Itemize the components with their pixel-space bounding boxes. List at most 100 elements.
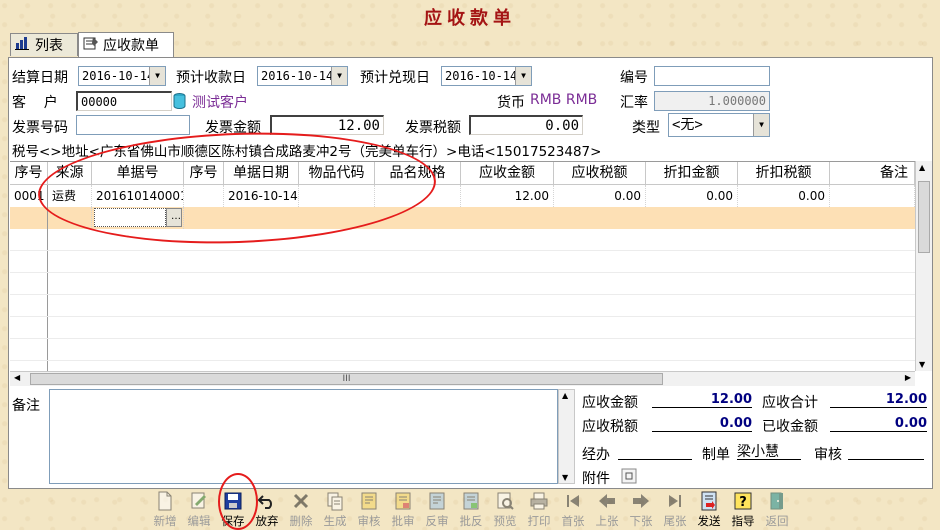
cell[interactable]: 12.00 [461, 185, 554, 207]
attachment-icon[interactable] [621, 468, 637, 488]
scroll-up-icon[interactable]: ▲ [919, 163, 925, 172]
toolbar-button-label: 放弃 [255, 514, 279, 528]
col-header[interactable]: 品名规格 [375, 162, 461, 184]
toolbar-button-exit[interactable]: 返回 [760, 490, 794, 528]
toolbar-button-label: 反审 [425, 514, 449, 528]
vertical-scroll-thumb[interactable] [918, 181, 930, 253]
undo-icon [257, 490, 277, 514]
toolbar-button-send[interactable]: 发送 [692, 490, 726, 528]
cell[interactable] [184, 185, 224, 207]
chevron-down-icon[interactable]: ▼ [331, 67, 347, 85]
scroll-down-icon[interactable]: ▼ [919, 360, 925, 369]
col-header[interactable]: 折扣税额 [738, 162, 830, 184]
number-field[interactable] [654, 66, 770, 86]
customer-code-field[interactable]: 00000 [76, 91, 172, 111]
toolbar-button-batch-unaudit[interactable]: 批反 [454, 490, 488, 528]
notes-scrollbar[interactable]: ▲ ▼ [558, 389, 575, 484]
toolbar-button-help[interactable]: ? 指导 [726, 490, 760, 528]
cell[interactable]: 0.00 [738, 185, 830, 207]
generate-icon [325, 490, 345, 514]
tab-receivable-label: 应收款单 [103, 38, 159, 54]
table-row[interactable]: 0001 运费 201610140001 2016-10-14 12.00 0.… [10, 185, 915, 207]
toolbar-button-label: 首张 [561, 514, 585, 528]
scroll-left-icon[interactable]: ◀ [14, 373, 20, 382]
col-header[interactable]: 来源 [48, 162, 92, 184]
tab-list[interactable]: 列表 [10, 33, 78, 56]
toolbar-button-undo[interactable]: 放弃 [250, 490, 284, 528]
rate-field[interactable]: 1.000000 [654, 91, 770, 111]
preview-icon [495, 490, 515, 514]
tab-receivable[interactable]: 应收款单 [78, 32, 174, 57]
toolbar-button-prev[interactable]: 上张 [590, 490, 624, 528]
col-header[interactable]: 序号 [10, 162, 48, 184]
col-header[interactable]: 序号 [184, 162, 224, 184]
invoice-tax-field[interactable]: 0.00 [469, 115, 583, 135]
recv-amount-value: 12.00 [652, 392, 752, 408]
expected-collect-field[interactable]: 2016-10-14 ▼ [257, 66, 348, 86]
scroll-right-icon[interactable]: ▶ [905, 373, 911, 382]
toolbar-button-last[interactable]: 尾张 [658, 490, 692, 528]
toolbar-button-batch-audit[interactable]: 批审 [386, 490, 420, 528]
toolbar-button-generate[interactable]: 生成 [318, 490, 352, 528]
cell[interactable] [830, 185, 915, 207]
cell[interactable]: 201610140001 [92, 185, 184, 207]
scroll-up-icon[interactable]: ▲ [562, 391, 568, 400]
toolbar-button-delete[interactable]: 删除 [284, 490, 318, 528]
recv-tax-label: 应收税额 [582, 419, 638, 435]
expected-cash-field[interactable]: 2016-10-14 ▼ [441, 66, 532, 86]
maker-value: 梁小慧 [737, 444, 801, 460]
chevron-down-icon[interactable]: ▼ [515, 67, 531, 85]
cell[interactable]: 0.00 [554, 185, 646, 207]
window-title: 应收款单 [424, 8, 516, 29]
notes-textarea[interactable] [49, 389, 558, 484]
cell[interactable]: 0001 [10, 185, 48, 207]
toolbar-button-preview[interactable]: 预览 [488, 490, 522, 528]
invoice-no-field[interactable] [76, 115, 190, 135]
cell[interactable] [299, 185, 375, 207]
toolbar-button-label: 批反 [459, 514, 483, 528]
form-icon [83, 36, 99, 54]
toolbar-button-audit[interactable]: 审核 [352, 490, 386, 528]
cell[interactable]: 运费 [48, 185, 92, 207]
cell[interactable] [375, 185, 461, 207]
toolbar-button-label: 删除 [289, 514, 313, 528]
expected-cash-label: 预计兑现日 [360, 70, 430, 86]
grid-header: 序号 来源 单据号 序号 单据日期 物品代码 品名规格 应收金额 应收税额 折扣… [10, 162, 915, 185]
col-header[interactable]: 折扣金额 [646, 162, 738, 184]
invoice-amount-field[interactable]: 12.00 [270, 115, 384, 135]
cell[interactable]: 0.00 [646, 185, 738, 207]
next-icon [631, 490, 651, 514]
expected-collect-label: 预计收款日 [176, 70, 246, 86]
toolbar-button-print[interactable]: 打印 [522, 490, 556, 528]
ellipsis-icon[interactable]: … [166, 208, 182, 227]
col-header[interactable]: 应收税额 [554, 162, 646, 184]
toolbar-button-next[interactable]: 下张 [624, 490, 658, 528]
settle-date-field[interactable]: 2016-10-14 ▼ [78, 66, 166, 86]
type-dropdown[interactable]: <无> ▼ [668, 113, 770, 137]
toolbar-button-new-doc[interactable]: 新增 [148, 490, 182, 528]
table-row-editing[interactable]: … [10, 207, 915, 229]
chevron-down-icon[interactable]: ▼ [753, 114, 769, 136]
horizontal-scroll-thumb[interactable]: III [30, 373, 663, 385]
grid-vertical-scrollbar[interactable]: ▲ ▼ [915, 161, 932, 371]
auditor-label: 审核 [814, 447, 842, 463]
chevron-down-icon[interactable]: ▼ [149, 67, 165, 85]
scroll-down-icon[interactable]: ▼ [562, 473, 568, 482]
database-icon[interactable] [173, 93, 186, 113]
toolbar-button-first[interactable]: 首张 [556, 490, 590, 528]
doc-no-input[interactable] [94, 208, 166, 227]
cell[interactable]: 2016-10-14 [224, 185, 299, 207]
recv-total-value: 12.00 [830, 392, 927, 408]
col-header[interactable]: 单据号 [92, 162, 184, 184]
toolbar-button-unaudit[interactable]: 反审 [420, 490, 454, 528]
col-header[interactable]: 单据日期 [224, 162, 299, 184]
grid-horizontal-scrollbar[interactable]: ◀ III ▶ [10, 371, 915, 386]
col-header[interactable]: 备注 [830, 162, 915, 184]
doc-no-editor[interactable]: … [92, 207, 184, 229]
col-header[interactable]: 应收金额 [461, 162, 554, 184]
toolbar-button-save[interactable]: 保存 [216, 490, 250, 528]
toolbar-button-label: 预览 [493, 514, 517, 528]
toolbar-button-edit[interactable]: 编辑 [182, 490, 216, 528]
col-header[interactable]: 物品代码 [299, 162, 375, 184]
handler-value[interactable] [618, 444, 692, 460]
